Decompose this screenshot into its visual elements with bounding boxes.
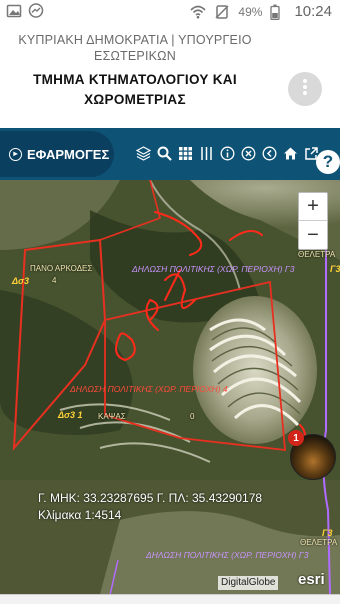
list-icon[interactable] [199, 146, 214, 161]
applications-button[interactable]: ▸ ΕΦΑΡΜΟΓΕΣ [0, 131, 114, 177]
block-label-top: Δσ3 [12, 276, 30, 286]
app-header: ΚΥΠΡΙΑΚΗ ΔΗΜΟΚΡΑΤΙΑ | ΥΠΟΥΡΓΕΙΟ ΕΣΩΤΕΡΙΚ… [0, 24, 340, 128]
mute-icon [214, 4, 230, 20]
applications-label: ΕΦΑΡΜΟΓΕΣ [27, 146, 110, 162]
coordinates-readout: Γ. ΜΗΚ: 33.23287695 Γ. ΠΛ: 35.43290178 Κ… [38, 490, 262, 524]
zero-label: 0 [190, 412, 195, 421]
status-bar: 49% 10:24 [0, 0, 340, 24]
info-icon[interactable] [220, 146, 235, 161]
declaration-label-top: ΔΗΛΩΣΗ ΠΟΛΙΤΙΚΗΣ (ΧΩΡ. ΠΕΡΙΟΧΗ) Γ3 [132, 264, 295, 274]
right-place-label-bottom: ΘΕΛΕΤΡΑ [300, 538, 338, 547]
clock: 10:24 [294, 3, 332, 20]
clear-icon[interactable] [241, 146, 256, 161]
map-view[interactable]: + − ΠΑΝΟ ΑΡΚΟΔΕΣ 4 Δσ3 ΔΗΛΩΣΗ ΠΟΛΙΤΙΚΗΣ … [0, 180, 340, 594]
gamma-label: Γ3 [330, 264, 340, 274]
block-label-mid: Δσ3 1 [58, 410, 83, 420]
gamma-label-bottom: Γ3 [322, 528, 333, 538]
more-vertical-icon [302, 78, 308, 101]
kapsas-label: ΚΑΨΑΣ [98, 412, 126, 421]
right-place-label: ΘΕΛΕΤΡΑ [298, 250, 336, 259]
battery-percent: 49% [238, 4, 263, 19]
home-icon[interactable] [283, 146, 298, 161]
bottom-edge [0, 594, 340, 604]
image-icon [6, 3, 22, 19]
esri-logo: esri [298, 571, 325, 588]
zoom-out-button[interactable]: − [299, 221, 327, 249]
ministry-title: ΚΥΠΡΙΑΚΗ ΔΗΜΟΚΡΑΤΙΑ | ΥΠΟΥΡΓΕΙΟ ΕΣΩΤΕΡΙΚ… [18, 33, 252, 63]
zoom-in-button[interactable]: + [299, 193, 327, 221]
back-icon[interactable] [262, 146, 277, 161]
map-toolbar: ▸ ΕΦΑΡΜΟΓΕΣ ? [0, 128, 340, 180]
zoom-control: + − [298, 192, 328, 250]
help-button[interactable]: ? [316, 150, 340, 174]
grid-icon[interactable] [178, 146, 193, 161]
messenger-icon [28, 3, 44, 19]
place-label: ΠΑΝΟ ΑΡΚΟΔΕΣ [30, 264, 93, 273]
arrow-circle-icon: ▸ [9, 147, 22, 161]
declaration-label-mid: ΔΗΛΩΣΗ ΠΟΛΙΤΙΚΗΣ (ΧΩΡ. ΠΕΡΙΟΧΗ) 4 [70, 384, 228, 394]
department-title: ΤΜΗΜΑ ΚΤΗΜΑΤΟΛΟΓΙΟΥ ΚΑΙ ΧΩΡΟΜΕΤΡΙΑΣ [33, 72, 237, 107]
wifi-icon [190, 4, 206, 20]
battery-icon [270, 4, 286, 20]
layers-icon[interactable] [136, 146, 151, 161]
scale-line: Κλίμακα 1:4514 [38, 508, 122, 522]
photo-count-badge: 1 [288, 430, 304, 446]
coordinates-line: Γ. ΜΗΚ: 33.23287695 Γ. ΠΛ: 35.43290178 [38, 491, 263, 505]
search-icon[interactable] [157, 146, 172, 161]
declaration-label-bottom: ΔΗΛΩΣΗ ΠΟΛΙΤΙΚΗΣ (ΧΩΡ. ΠΕΡΙΟΧΗ) Γ3 [146, 550, 309, 560]
sector-number-label: 4 [52, 276, 57, 285]
overflow-menu-button[interactable] [288, 72, 322, 106]
imagery-attribution: DigitalGlobe [218, 576, 279, 590]
